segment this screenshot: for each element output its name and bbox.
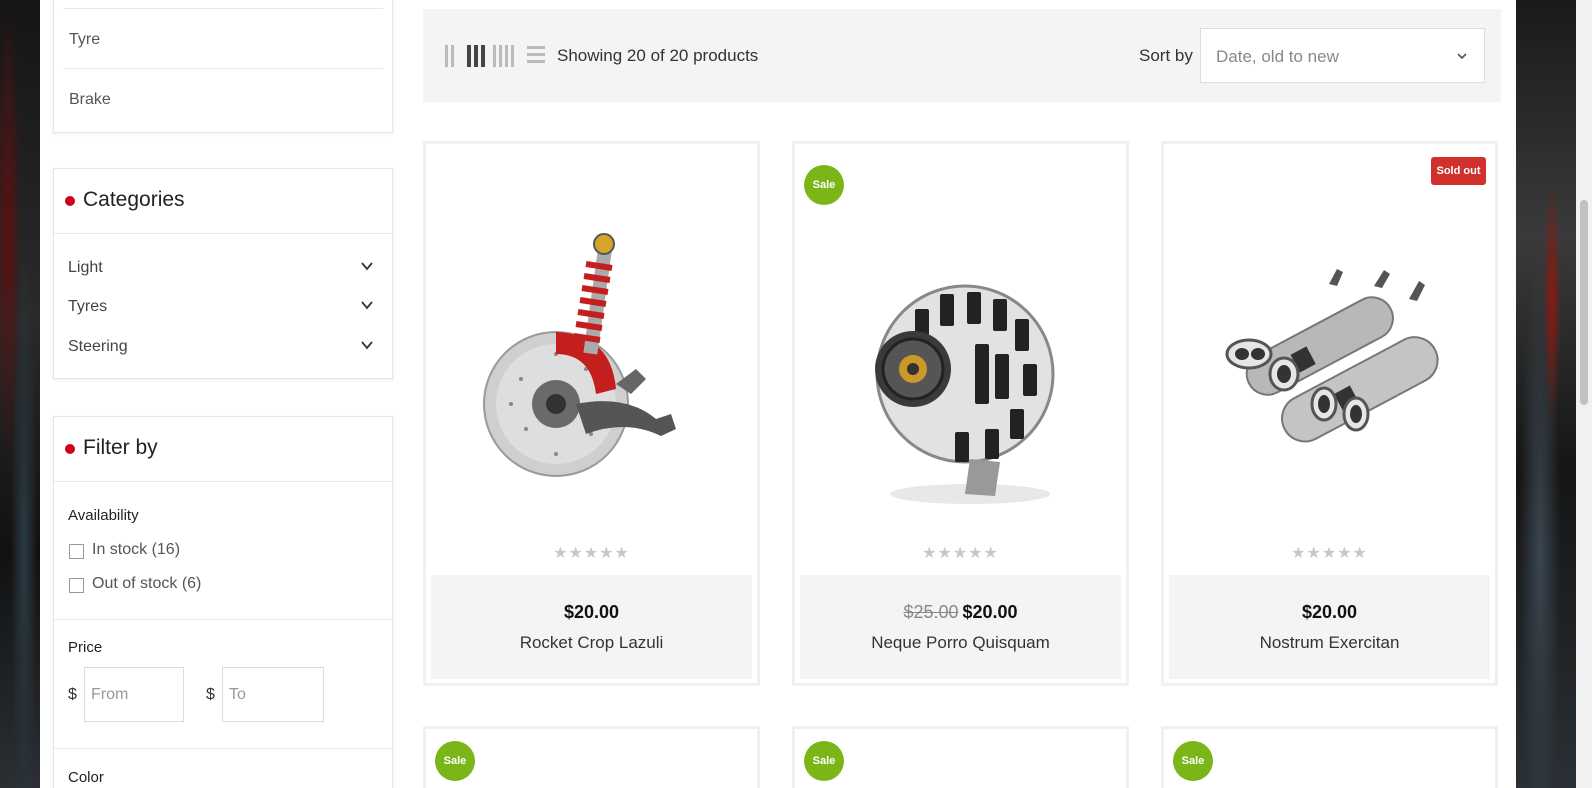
color-label: Color (68, 769, 104, 786)
sale-badge: Sale (1173, 741, 1213, 781)
rating-stars: ★★★★★ (922, 545, 999, 562)
categories-header: Categories (54, 169, 392, 234)
chevron-down-icon[interactable] (360, 338, 374, 352)
sidebar-link-label[interactable]: Tyre (69, 31, 100, 49)
category-item-tyres[interactable]: Tyres (68, 298, 378, 322)
product-card[interactable]: Sale (423, 726, 760, 788)
collection-toolbar: Showing 20 of 20 products Sort by Date, … (423, 9, 1501, 102)
product-price: $25.00 $20.00 (800, 602, 1121, 623)
category-label[interactable]: Tyres (68, 298, 107, 315)
compare-at-price: $25.00 (903, 602, 959, 622)
bullet-dot-icon (65, 444, 75, 454)
bullet-dot-icon (65, 196, 75, 206)
showing-count: Showing 20 of 20 products (557, 46, 759, 65)
sort-value[interactable]: Date, old to new (1216, 47, 1339, 67)
in-stock-checkbox[interactable] (69, 544, 84, 559)
divider (54, 619, 392, 620)
product-card[interactable]: Sale (792, 726, 1129, 788)
grid-2-columns-icon[interactable] (445, 45, 454, 67)
divider (54, 748, 392, 749)
product-info: $20.00 Nostrum Exercitan (1169, 575, 1490, 679)
chevron-down-icon[interactable] (1456, 50, 1468, 62)
currency-symbol: $ (68, 686, 77, 703)
sidebar-link-tyre[interactable]: Tyre (63, 8, 383, 69)
sidebar-link-brake[interactable]: Brake (63, 68, 383, 129)
product-info: $20.00 Rocket Crop Lazuli (431, 575, 752, 679)
grid-4-columns-icon[interactable] (493, 45, 514, 67)
collection-page: Tyre Brake Categories Light Tyres Steeri… (40, 0, 1516, 788)
categories-box: Categories Light Tyres Steering (53, 168, 393, 379)
currency-symbol: $ (206, 686, 215, 703)
product-card[interactable]: ★★★★★ $20.00 Rocket Crop Lazuli (423, 141, 760, 686)
price-label: Price (68, 639, 103, 656)
sidebar-link-label[interactable]: Brake (69, 91, 111, 109)
filter-box: Filter by Availability In stock (16) Out… (53, 416, 393, 788)
sale-badge: Sale (435, 741, 475, 781)
list-view-icon[interactable] (527, 46, 545, 67)
rating-stars: ★★★★★ (553, 545, 630, 562)
product-info: $25.00 $20.00 Neque Porro Quisquam (800, 575, 1121, 679)
chevron-down-icon[interactable] (360, 298, 374, 312)
product-name[interactable]: Nostrum Exercitan (1169, 633, 1490, 653)
in-stock-label[interactable]: In stock (16) (92, 541, 180, 559)
product-card[interactable]: Sold out ★★★★★ $20.00 Nostrum Exercitan (1161, 141, 1498, 686)
sort-label: Sort by (1139, 46, 1193, 65)
price-from-input[interactable] (84, 667, 184, 722)
chevron-down-icon[interactable] (360, 259, 374, 273)
sort-select[interactable]: Date, old to new (1200, 28, 1485, 83)
product-name[interactable]: Rocket Crop Lazuli (431, 633, 752, 653)
current-price: $20.00 (1301, 602, 1358, 622)
alternator-image[interactable] (795, 204, 1126, 524)
product-card[interactable]: Sale (1161, 726, 1498, 788)
background-left (0, 0, 40, 788)
product-price: $20.00 (431, 602, 752, 623)
sale-badge: Sale (804, 165, 844, 205)
category-item-light[interactable]: Light (68, 259, 378, 283)
out-of-stock-label[interactable]: Out of stock (6) (92, 575, 201, 593)
rating-stars: ★★★★★ (1291, 545, 1368, 562)
filter-title: Filter by (83, 436, 158, 459)
categories-title: Categories (83, 188, 185, 211)
scrollbar[interactable] (1576, 0, 1592, 788)
sidebar-links-box: Tyre Brake (53, 0, 393, 133)
out-of-stock-checkbox[interactable] (69, 578, 84, 593)
current-price: $20.00 (563, 602, 620, 622)
category-label[interactable]: Steering (68, 338, 128, 355)
category-label[interactable]: Light (68, 259, 103, 276)
price-to-input[interactable] (222, 667, 324, 722)
filter-header: Filter by (54, 417, 392, 482)
scrollbar-thumb[interactable] (1580, 200, 1588, 405)
brake-shock-assembly-image[interactable] (426, 204, 757, 524)
availability-label: Availability (68, 507, 139, 524)
background-right (1516, 0, 1576, 788)
exhaust-mufflers-image[interactable] (1164, 204, 1495, 524)
current-price: $20.00 (962, 602, 1018, 622)
product-price: $20.00 (1169, 602, 1490, 623)
grid-3-columns-icon[interactable] (467, 45, 485, 67)
product-card[interactable]: Sale ★★★★★ $25.00 $20.00 Neque Porro Quis… (792, 141, 1129, 686)
sale-badge: Sale (804, 741, 844, 781)
product-name[interactable]: Neque Porro Quisquam (800, 633, 1121, 653)
category-item-steering[interactable]: Steering (68, 338, 378, 362)
sold-out-badge: Sold out (1431, 157, 1486, 185)
